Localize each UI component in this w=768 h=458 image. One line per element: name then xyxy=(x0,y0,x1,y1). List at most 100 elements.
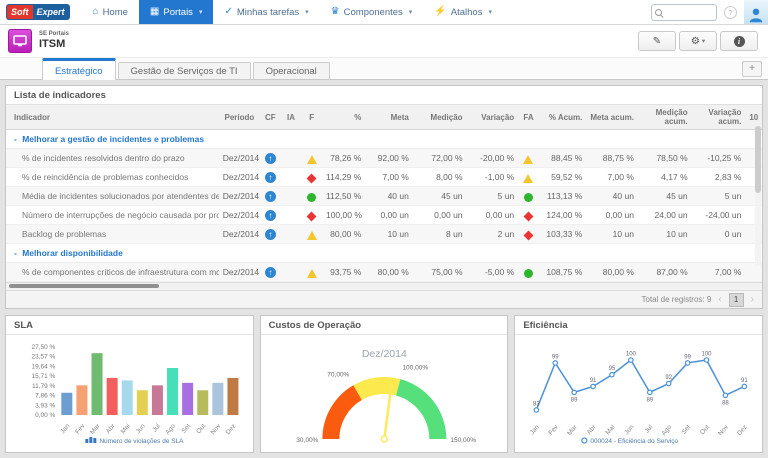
bar-Jan xyxy=(61,393,72,415)
search-box[interactable] xyxy=(651,4,717,21)
column-header[interactable]: IA xyxy=(281,105,302,130)
svg-text:Jul: Jul xyxy=(644,424,655,435)
sla-panel: SLA 27,50 %23,57 %19,64 %15,71 %11,79 %7… xyxy=(5,315,254,453)
portal-tabs: Estratégico Gestão de Serviços de TI Ope… xyxy=(0,58,768,80)
collapse-icon: - xyxy=(14,134,17,144)
indicator-group-row[interactable]: - Melhorar disponibilidade xyxy=(6,244,762,263)
group-label: Melhorar a gestão de incidentes e proble… xyxy=(20,134,204,144)
tab-estrategico[interactable]: Estratégico xyxy=(42,58,116,80)
svg-text:Jan: Jan xyxy=(529,424,541,437)
svg-text:89: 89 xyxy=(571,398,578,404)
svg-text:Nov: Nov xyxy=(718,424,731,438)
svg-text:Jan: Jan xyxy=(59,423,71,436)
indicator-name-cell: % de reincidência de problemas conhecido… xyxy=(6,168,219,187)
custos-panel: Custos de Operação Dez/201430,00%70,00%1… xyxy=(260,315,509,453)
green-circle-icon xyxy=(524,269,533,278)
svg-text:Set: Set xyxy=(681,424,693,436)
nav-portais[interactable]: ▦ Portais ▾ xyxy=(139,0,214,24)
indicator-group-row[interactable]: - Melhorar a gestão de incidentes e prob… xyxy=(6,130,762,149)
column-header[interactable]: Medição xyxy=(413,105,467,130)
person-icon xyxy=(747,6,765,24)
column-header[interactable]: Variação xyxy=(467,105,519,130)
cf-icon: ↑ xyxy=(265,191,276,202)
edit-button[interactable]: ✎ xyxy=(638,31,676,51)
bar-Abr xyxy=(107,378,118,415)
scrollbar-thumb[interactable] xyxy=(755,126,761,193)
bar-Jul xyxy=(152,386,163,416)
nav-minhas-tarefas[interactable]: ✓ Minhas tarefas ▾ xyxy=(213,0,319,24)
indicator-name-cell: Backlog de problemas xyxy=(6,225,219,244)
line-series xyxy=(537,360,745,410)
column-header[interactable]: % xyxy=(322,105,365,130)
indicator-row[interactable]: Média de incidentes solucionados por ate… xyxy=(6,187,762,206)
bar-Mai xyxy=(122,381,133,416)
help-icon[interactable]: ? xyxy=(724,6,737,19)
eficiencia-panel: Eficiência 83Jan99Fev89Mar91Abr95Mai100J… xyxy=(514,315,763,453)
data-point xyxy=(610,373,614,377)
data-point xyxy=(553,361,557,365)
column-header[interactable]: Medição acum. xyxy=(638,105,692,130)
column-header[interactable]: Variação acum. xyxy=(692,105,746,130)
bar-Dez xyxy=(227,378,238,415)
column-header[interactable]: % Acum. xyxy=(539,105,587,130)
gear-icon: ⚙ xyxy=(691,36,700,47)
sla-bar-chart: 27,50 %23,57 %19,64 %15,71 %11,79 %7,86 … xyxy=(6,335,253,449)
search-input[interactable] xyxy=(662,7,713,18)
column-header[interactable]: CF xyxy=(260,105,281,130)
svg-text:19,64 %: 19,64 % xyxy=(31,364,55,371)
svg-text:89: 89 xyxy=(647,398,654,404)
user-avatar[interactable] xyxy=(744,0,768,24)
page-number-button[interactable]: 1 xyxy=(729,293,744,307)
column-header[interactable]: Meta xyxy=(365,105,413,130)
cf-icon: ↑ xyxy=(265,153,276,164)
svg-text:Jun: Jun xyxy=(135,423,147,436)
scrollbar-thumb[interactable] xyxy=(9,284,159,288)
svg-text:Ago: Ago xyxy=(661,424,674,438)
column-header[interactable]: Período xyxy=(219,105,260,130)
nav-minhas-tarefas-label: Minhas tarefas xyxy=(237,7,299,18)
svg-text:Mar: Mar xyxy=(566,424,579,438)
nav-atalhos[interactable]: ⚡ Atalhos ▾ xyxy=(423,0,503,24)
horizontal-scrollbar[interactable] xyxy=(6,282,762,290)
data-point xyxy=(686,361,690,365)
tab-operacional[interactable]: Operacional xyxy=(253,62,330,79)
add-tab-button[interactable]: + xyxy=(742,61,762,77)
data-point xyxy=(629,358,633,362)
monitor-icon xyxy=(13,35,27,47)
column-header[interactable]: FA xyxy=(518,105,539,130)
svg-text:92: 92 xyxy=(666,375,673,381)
indicator-row[interactable]: % de reincidência de problemas conhecido… xyxy=(6,168,762,187)
charts-row: SLA 27,50 %23,57 %19,64 %15,71 %11,79 %7… xyxy=(5,315,763,453)
indicator-row[interactable]: Backlog de problemasDez/2014↑80,00 %10 u… xyxy=(6,225,762,244)
column-header[interactable]: F xyxy=(301,105,322,130)
nav-componentes-label: Componentes xyxy=(344,7,403,18)
nav-atalhos-label: Atalhos xyxy=(451,7,483,18)
vertical-scrollbar[interactable] xyxy=(755,126,761,266)
column-header[interactable]: Indicador xyxy=(6,105,219,130)
svg-text:99: 99 xyxy=(552,355,559,361)
prev-page-icon[interactable]: ‹ xyxy=(718,295,721,305)
data-point xyxy=(742,385,746,389)
svg-text:15,71 %: 15,71 % xyxy=(31,374,55,381)
settings-button[interactable]: ⚙ ▾ xyxy=(679,31,717,51)
next-page-icon[interactable]: › xyxy=(751,295,754,305)
tab-gestao-servicos-ti[interactable]: Gestão de Serviços de TI xyxy=(118,62,251,79)
chevron-down-icon: ▾ xyxy=(199,8,203,16)
indicator-row[interactable]: % de incidentes resolvidos dentro do pra… xyxy=(6,149,762,168)
svg-text:150,00%: 150,00% xyxy=(450,437,476,444)
svg-text:99: 99 xyxy=(685,355,692,361)
nav-home[interactable]: ⌂ Home xyxy=(82,0,139,24)
indicator-name-cell: Número de interrupções de negócio causad… xyxy=(6,206,219,225)
svg-text:30,00%: 30,00% xyxy=(296,437,318,444)
data-point xyxy=(667,382,671,386)
svg-text:0,00 %: 0,00 % xyxy=(35,412,55,419)
svg-text:11,79 %: 11,79 % xyxy=(32,383,56,390)
indicator-row[interactable]: % de componentes críticos de infraestrut… xyxy=(6,263,762,282)
info-button[interactable]: i xyxy=(720,31,758,51)
indicator-row[interactable]: Número de interrupções de negócio causad… xyxy=(6,206,762,225)
portal-titles: SE Portais ITSM xyxy=(39,31,69,51)
shortcuts-icon: ⚡ xyxy=(434,7,446,17)
column-header[interactable]: Meta acum. xyxy=(586,105,638,130)
svg-text:7,86 %: 7,86 % xyxy=(35,393,55,400)
nav-componentes[interactable]: ♛ Componentes ▾ xyxy=(320,0,424,24)
